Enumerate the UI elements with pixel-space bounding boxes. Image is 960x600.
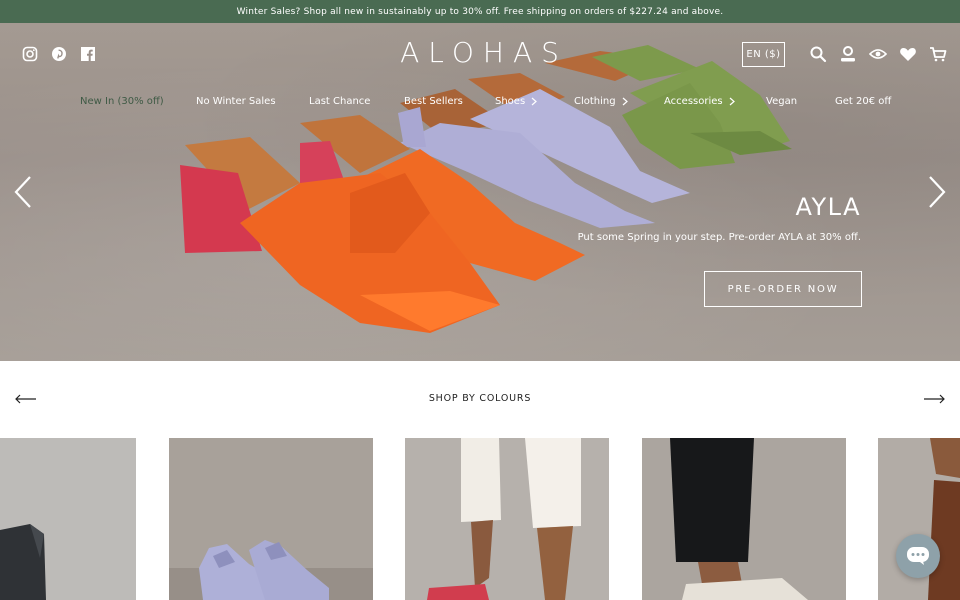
nav-item-label: Accessories bbox=[664, 96, 723, 107]
tile-image bbox=[0, 438, 136, 600]
hero-prev-arrow-icon[interactable] bbox=[13, 175, 33, 209]
tile-image bbox=[169, 438, 373, 600]
nav-item-shoes[interactable]: Shoes bbox=[495, 96, 538, 107]
nav-item-last-chance[interactable]: Last Chance bbox=[309, 96, 370, 107]
pre-order-button[interactable]: PRE-ORDER NOW bbox=[704, 271, 862, 307]
chat-button[interactable] bbox=[896, 534, 940, 578]
nav-item-label: No Winter Sales bbox=[196, 96, 276, 107]
nav-item-label: Best Sellers bbox=[404, 96, 463, 107]
nav-item-new-in[interactable]: New In (30% off) bbox=[80, 96, 164, 107]
announcement-bar: Winter Sales? Shop all new in sustainabl… bbox=[0, 0, 960, 23]
nav-item-get-20-off[interactable]: Get 20€ off bbox=[835, 96, 891, 107]
main-navigation: New In (30% off) No Winter Sales Last Ch… bbox=[0, 96, 960, 112]
nav-item-label: Vegan bbox=[766, 96, 798, 107]
search-icon[interactable] bbox=[809, 45, 827, 63]
section-title: SHOP BY COLOURS bbox=[428, 393, 532, 404]
wishlist-heart-icon[interactable] bbox=[899, 45, 917, 63]
cart-icon[interactable] bbox=[929, 45, 947, 63]
colour-tile[interactable] bbox=[642, 438, 846, 600]
colour-tile[interactable] bbox=[169, 438, 373, 600]
nav-item-clothing[interactable]: Clothing bbox=[574, 96, 628, 107]
eye-icon[interactable] bbox=[869, 45, 887, 63]
account-icon[interactable] bbox=[839, 45, 857, 63]
tile-image bbox=[405, 438, 609, 600]
nav-item-label: Last Chance bbox=[309, 96, 371, 107]
nav-item-label: Clothing bbox=[574, 96, 616, 107]
colour-tile[interactable] bbox=[405, 438, 609, 600]
announcement-text: Winter Sales? Shop all new in sustainabl… bbox=[236, 6, 724, 17]
language-currency-selector[interactable]: EN ($) bbox=[742, 42, 785, 67]
tile-image bbox=[642, 438, 846, 600]
hero-banner[interactable]: ALOHAS EN ($) New In (30% off) No Winter… bbox=[0, 23, 960, 361]
chevron-right-icon bbox=[531, 97, 538, 106]
colour-tile[interactable] bbox=[0, 438, 136, 600]
carousel-next-arrow-icon[interactable] bbox=[923, 394, 946, 404]
chat-bubble-icon bbox=[907, 547, 929, 565]
chevron-right-icon bbox=[729, 97, 735, 106]
colour-carousel bbox=[0, 438, 960, 600]
shop-by-colours-header: SHOP BY COLOURS bbox=[0, 388, 960, 410]
nav-item-vegan[interactable]: Vegan bbox=[766, 96, 797, 107]
hero-next-arrow-icon[interactable] bbox=[927, 175, 947, 209]
nav-item-label: New In (30% off) bbox=[80, 96, 164, 107]
chevron-right-icon bbox=[622, 97, 628, 106]
nav-item-label: Shoes bbox=[495, 96, 526, 107]
nav-item-best-sellers[interactable]: Best Sellers bbox=[404, 96, 463, 107]
nav-item-no-winter-sales[interactable]: No Winter Sales bbox=[196, 96, 276, 107]
hero-subtitle: Put some Spring in your step. Pre-order … bbox=[577, 232, 861, 243]
nav-item-label: Get 20€ off bbox=[835, 96, 892, 107]
hero-sandals-image bbox=[180, 45, 792, 333]
nav-item-accessories[interactable]: Accessories bbox=[664, 96, 735, 107]
hero-title: AYLA bbox=[795, 193, 861, 221]
header-actions bbox=[809, 45, 947, 63]
